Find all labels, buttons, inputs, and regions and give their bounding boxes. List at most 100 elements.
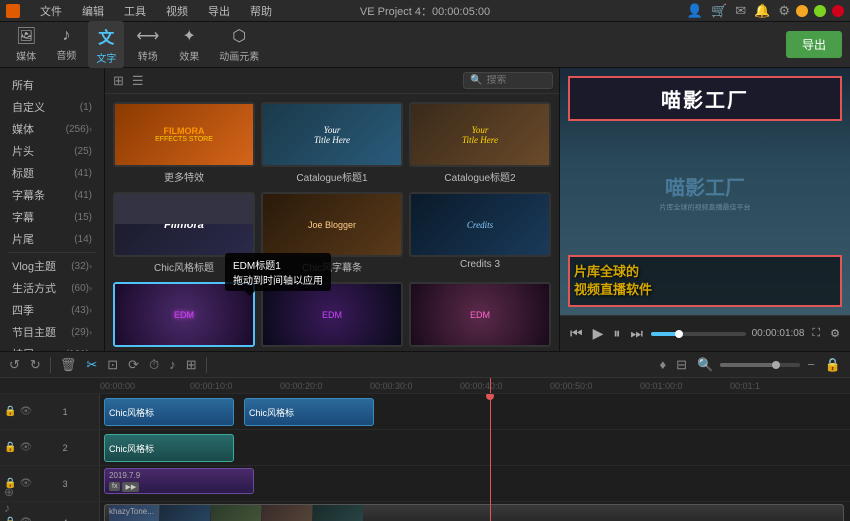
pause-button[interactable]: ⏸ xyxy=(611,323,622,344)
zoom-handle[interactable] xyxy=(772,361,780,369)
tool-text[interactable]: 文 文字 xyxy=(88,21,124,68)
video-thumb xyxy=(313,505,363,521)
delete-button[interactable]: 🗑 xyxy=(57,355,80,375)
track-content-3[interactable]: 2019.7.9 fx ▶▶ xyxy=(100,466,850,501)
speed-button[interactable]: ⏱ xyxy=(146,355,162,375)
zoom-slider[interactable] xyxy=(720,363,800,367)
play-button[interactable]: ▶ xyxy=(591,323,606,344)
media-item-catalogue2[interactable]: YourTitle Here Catalogue标题2 xyxy=(409,102,551,186)
sidebar-item-custom[interactable]: 自定义 (1) xyxy=(8,96,96,118)
menu-help[interactable]: 帮助 xyxy=(246,3,276,19)
notification-icon[interactable]: 🔔 xyxy=(754,3,770,19)
track-content-4[interactable]: khazyTone... xyxy=(100,502,850,521)
maximize-button[interactable] xyxy=(814,5,826,17)
titlebar-icons: 👤 🛒 ✉ 🔔 ⚙ xyxy=(687,3,790,19)
track-lock-icon[interactable]: 🔒 xyxy=(4,406,16,417)
sidebar-item-outro[interactable]: 片尾 (14) xyxy=(8,228,96,250)
track-settings-icon[interactable]: ⊟ xyxy=(673,355,690,375)
media-item-credits3[interactable]: Credits Credits 3 xyxy=(409,192,551,276)
add-track-icon[interactable]: ⊕ xyxy=(4,485,14,499)
sidebar-item-intro[interactable]: 片头 (25) xyxy=(8,140,96,162)
progress-handle[interactable] xyxy=(675,330,683,338)
timeline-lock-icon[interactable]: 🔒 xyxy=(822,355,844,375)
crop-button[interactable]: ⊡ xyxy=(104,355,121,375)
tool-audio-label: 音频 xyxy=(56,47,76,62)
fullscreen-button[interactable]: ⛶ xyxy=(810,325,822,342)
sidebar-item-title[interactable]: 标题 (41) xyxy=(8,162,96,184)
audio-icon: ♪ xyxy=(62,27,70,45)
menu-edit[interactable]: 编辑 xyxy=(78,3,108,19)
track-clip[interactable]: 2019.7.9 fx ▶▶ xyxy=(104,468,254,494)
menu-tools[interactable]: 工具 xyxy=(120,3,150,19)
grid-view-icon[interactable]: ⊞ xyxy=(111,71,126,91)
message-icon[interactable]: ✉ xyxy=(735,3,746,19)
audio-fade-button[interactable]: ♪ xyxy=(166,355,179,374)
menu-video[interactable]: 视频 xyxy=(162,3,192,19)
ruler-time-7: 00:01:1 xyxy=(730,381,760,391)
preview-settings-icon[interactable]: ⚙ xyxy=(828,325,842,342)
track-eye-icon[interactable]: 👁 xyxy=(19,478,32,489)
media-item-chic2[interactable]: Joe Blogger Chic风字幕条 xyxy=(261,192,403,276)
sidebar-item-all[interactable]: 所有 xyxy=(8,74,96,96)
video-thumb xyxy=(160,505,210,521)
sidebar-item-subtitle[interactable]: 字幕 (15) xyxy=(8,206,96,228)
redo-button[interactable]: ↻ xyxy=(27,355,44,375)
skip-forward-button[interactable]: ⏭ xyxy=(628,323,645,344)
export-button[interactable]: 导出 xyxy=(786,31,842,58)
toolbar-separator2 xyxy=(206,357,207,373)
tool-transition[interactable]: ⟷ 转场 xyxy=(128,23,167,66)
fx-badge: fx xyxy=(109,482,120,491)
track-add-icon[interactable]: ♦ xyxy=(656,355,669,374)
track-clip[interactable]: Chic风格标 xyxy=(104,398,234,426)
media-item-catalogue1[interactable]: YourTitle Here Catalogue标题1 xyxy=(261,102,403,186)
track-content-2[interactable]: Chic风格标 xyxy=(100,430,850,465)
sidebar-item-extend[interactable]: 扩展 (161) › xyxy=(8,343,96,351)
rotate-button[interactable]: ⟳ xyxy=(125,355,142,375)
sidebar-item-subtitle-bar[interactable]: 字幕条 (41) xyxy=(8,184,96,206)
track-clip[interactable]: Chic风格标 xyxy=(244,398,374,426)
add-audio-track-icon[interactable]: ♪ xyxy=(4,501,14,515)
undo-button[interactable]: ↺ xyxy=(6,355,23,375)
track-clip[interactable]: Chic风格标 xyxy=(104,434,234,462)
progress-bar[interactable] xyxy=(651,332,746,336)
minimize-button[interactable] xyxy=(796,5,808,17)
track-eye-icon[interactable]: 👁 xyxy=(19,442,32,453)
menu-export[interactable]: 导出 xyxy=(204,3,234,19)
settings-icon[interactable]: ⚙ xyxy=(778,3,790,19)
track-eye-icon[interactable]: 👁 xyxy=(19,406,32,417)
sidebar-item-lifestyle[interactable]: 生活方式 (60) › xyxy=(8,277,96,299)
tool-animation[interactable]: ⬡ 动画元素 xyxy=(211,23,267,66)
media-item-edm2[interactable]: EDM EDM标题2 xyxy=(261,282,403,351)
media-item-edm1[interactable]: EDM EDM标题1 xyxy=(113,282,255,351)
close-button[interactable] xyxy=(832,5,844,17)
zoom-out-icon[interactable]: − xyxy=(804,355,818,374)
media-item-filmora-store[interactable]: FILMORA EFFECTS STORE 更多特效 xyxy=(113,102,255,186)
track-name-3: 3 xyxy=(35,479,95,489)
sidebar-item-vlog[interactable]: Vlog主题 (32) › xyxy=(8,255,96,277)
timeline-zoom-icon[interactable]: 🔍 xyxy=(694,355,716,375)
tool-media-label: 媒体 xyxy=(16,48,36,63)
skip-back-button[interactable]: ⏮ xyxy=(568,323,585,344)
chevron-right-icon: › xyxy=(89,261,92,271)
media-item-label: EDM标题1 xyxy=(113,347,255,351)
tool-effects[interactable]: ✦ 效果 xyxy=(171,23,207,66)
media-item-edm3[interactable]: EDM EDM标题3 xyxy=(409,282,551,351)
cut-button[interactable]: ✂ xyxy=(83,355,100,375)
cart-icon[interactable]: 🛒 xyxy=(711,3,727,19)
track-content-1[interactable]: Chic风格标 Chic风格标 xyxy=(100,394,850,429)
menu-file[interactable]: 文件 xyxy=(36,3,66,19)
tool-audio[interactable]: ♪ 音频 xyxy=(48,24,84,65)
track-clip-video[interactable]: khazyTone... xyxy=(104,504,844,521)
sidebar-item-media[interactable]: 媒体 (256) › xyxy=(8,118,96,140)
track-lock-icon[interactable]: 🔒 xyxy=(4,442,16,453)
user-icon[interactable]: 👤 xyxy=(687,3,703,19)
media-item-chic1[interactable]: Filmora Chic风格标题 xyxy=(113,192,255,276)
tool-media[interactable]: 🖼 媒体 xyxy=(8,23,44,66)
track-lock-icon[interactable]: 🔒 xyxy=(4,517,16,521)
sidebar-item-seasons[interactable]: 四季 (43) › xyxy=(8,299,96,321)
split-button[interactable]: ⊞ xyxy=(183,355,200,375)
list-view-icon[interactable]: ☰ xyxy=(130,71,146,91)
search-input[interactable] xyxy=(486,75,546,86)
sidebar-item-programs[interactable]: 节目主题 (29) › xyxy=(8,321,96,343)
track-eye-icon[interactable]: 👁 xyxy=(19,517,32,521)
